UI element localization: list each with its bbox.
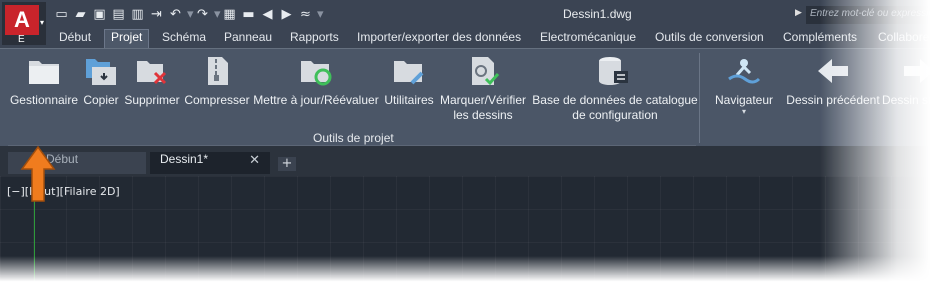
utilities-folder-icon (394, 61, 424, 85)
compresser-label: Compresser (184, 93, 250, 107)
undo-dropdown-icon[interactable]: ▾ (187, 6, 194, 24)
refresh-folder-icon (301, 61, 332, 86)
zip-file-icon (208, 57, 228, 85)
base-donnees-line2: de configuration (572, 108, 658, 122)
autocad-window: ▭ ▰ ▣ ▤ ▥ ⇥ ↶ ▾ ↷ ▾ ▦ ▬ ◀ ▶ ≈ ▾ Dessin1.… (0, 0, 930, 286)
copy-folder-icon (86, 59, 116, 85)
undo-icon[interactable]: ↶ (168, 6, 183, 24)
delete-folder-icon (137, 61, 167, 85)
gestionnaire-label: Gestionnaire (9, 93, 79, 107)
compresser-button[interactable]: Compresser (184, 49, 250, 125)
dessin-precedent-label: Dessin précédent (786, 93, 880, 107)
panel-separator (699, 53, 700, 143)
folder-icon[interactable]: ▬ (241, 6, 256, 24)
export-icon[interactable]: ⇥ (149, 6, 164, 24)
tab-panneau[interactable]: Panneau (224, 30, 272, 48)
navigator-icon[interactable]: ≈ (298, 6, 313, 24)
redo-icon[interactable]: ↷ (195, 6, 210, 24)
autocad-logo-icon: A (5, 5, 39, 35)
dessin-suivant-label: Dessin suivant (882, 93, 930, 107)
navigateur-button[interactable]: Navigateur ▾ (708, 49, 780, 125)
search-placeholder: Entrez mot-clé ou expression (810, 8, 930, 19)
close-tab-icon[interactable]: ✕ (249, 152, 260, 168)
title-bar: ▭ ▰ ▣ ▤ ▥ ⇥ ↶ ▾ ↷ ▾ ▦ ▬ ◀ ▶ ≈ ▾ Dessin1.… (0, 0, 930, 30)
project-save-icon[interactable]: ▥ (130, 6, 145, 24)
panel-title: Outils de projet (313, 131, 394, 145)
annotation-arrow-icon (20, 145, 56, 202)
mettre-a-jour-label: Mettre à jour/Réévaluer (253, 93, 379, 107)
mark-verify-icon (472, 57, 500, 86)
new-tab-button[interactable]: + (278, 157, 296, 171)
tab-schema[interactable]: Schéma (162, 30, 206, 48)
tab-projet[interactable]: Projet (104, 29, 150, 49)
tab-electromecanique[interactable]: Electromécanique (540, 30, 636, 48)
customize-dropdown-icon[interactable]: ▾ (317, 6, 324, 24)
tab-complements[interactable]: Compléments (783, 30, 857, 48)
tab-import-export[interactable]: Importer/exporter des données (357, 30, 521, 48)
base-donnees-line1: Base de données de catalogue (532, 93, 698, 107)
marquer-verifier-label: Marquer/Vérifier les dessins (438, 93, 528, 123)
open-folder-icon[interactable]: ▰ (73, 6, 88, 24)
save-icon[interactable]: ▣ (92, 6, 107, 24)
window-title: Dessin1.dwg (563, 7, 632, 21)
document-tabs: Début Dessin1* ✕ + (0, 146, 930, 176)
base-donnees-catalogue-button[interactable]: Base de données de catalogue de configur… (532, 49, 698, 125)
logo-subtitle: E (18, 34, 25, 45)
copier-label: Copier (83, 93, 119, 107)
tab-dessin1[interactable]: Dessin1* ✕ (150, 152, 270, 174)
search-area: ▶ Entrez mot-clé ou expression (795, 6, 930, 24)
right-arrow-icon (904, 59, 930, 83)
ribbon-tabs: Début Projet Schéma Panneau Rapports Imp… (0, 29, 930, 49)
print-icon[interactable]: ▦ (222, 6, 237, 24)
marquer-verifier-line2: les dessins (453, 108, 513, 122)
dessin-suivant-button[interactable]: Dessin suivant (882, 49, 930, 125)
forward-arrow-icon[interactable]: ▶ (279, 6, 294, 24)
expand-arrow-icon[interactable]: ▶ (795, 8, 802, 18)
search-input[interactable]: Entrez mot-clé ou expression (806, 6, 930, 24)
navigator-icon (728, 59, 761, 84)
supprimer-label: Supprimer (124, 93, 180, 107)
supprimer-button[interactable]: Supprimer (122, 49, 182, 125)
gestionnaire-button[interactable]: Gestionnaire (8, 49, 80, 125)
left-arrow-icon (818, 59, 848, 83)
marquer-verifier-button[interactable]: Marquer/Vérifier les dessins (438, 49, 528, 125)
base-donnees-label: Base de données de catalogue de configur… (532, 93, 698, 123)
new-file-icon[interactable]: ▭ (54, 6, 69, 24)
tab-outils-conversion[interactable]: Outils de conversion (655, 30, 764, 48)
utilitaires-label: Utilitaires (384, 93, 434, 107)
redo-dropdown-icon[interactable]: ▾ (214, 6, 221, 24)
tab-debut[interactable]: Début (59, 30, 91, 48)
navigateur-dropdown-icon[interactable]: ▾ (708, 107, 780, 116)
active-tab-label: Dessin1* (160, 152, 209, 166)
copier-button[interactable]: Copier (82, 49, 120, 125)
tab-collaborer[interactable]: Collaborer (878, 30, 930, 48)
database-icon (599, 57, 628, 85)
quick-access-toolbar: ▭ ▰ ▣ ▤ ▥ ⇥ ↶ ▾ ↷ ▾ ▦ ▬ ◀ ▶ ≈ ▾ (54, 6, 324, 24)
navigateur-label: Navigateur (714, 93, 774, 107)
app-dropdown-icon: ▾ (40, 18, 45, 27)
tab-rapports[interactable]: Rapports (290, 30, 339, 48)
back-arrow-icon[interactable]: ◀ (260, 6, 275, 24)
drawing-canvas[interactable]: [−][Haut][Filaire 2D] (0, 176, 930, 286)
ribbon-panel: Gestionnaire Copier Supprimer Compresser (0, 48, 930, 147)
mettre-a-jour-button[interactable]: Mettre à jour/Réévaluer (252, 49, 380, 125)
utilitaires-button[interactable]: Utilitaires (382, 49, 436, 125)
folder-icon (29, 61, 59, 84)
application-menu-button[interactable]: A E ▾ (2, 2, 46, 45)
marquer-verifier-line1: Marquer/Vérifier (439, 93, 527, 107)
dessin-precedent-button[interactable]: Dessin précédent (786, 49, 880, 125)
save-as-icon[interactable]: ▤ (111, 6, 126, 24)
